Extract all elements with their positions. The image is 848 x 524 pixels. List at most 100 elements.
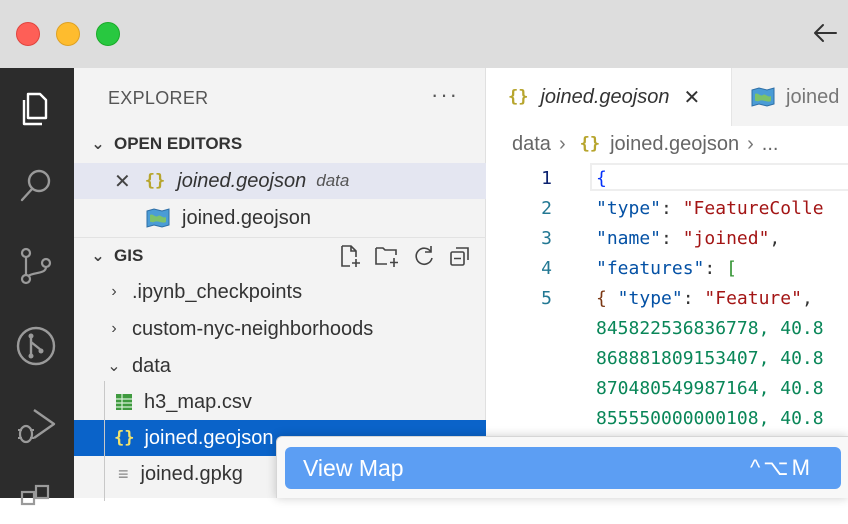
line-number: 3: [541, 227, 552, 249]
git-graph-icon[interactable]: [14, 324, 58, 368]
activity-bar: [0, 68, 74, 506]
view-map-command[interactable]: View Map ^⌥M: [285, 447, 841, 489]
chevron-right-icon: ›: [558, 132, 566, 155]
code-line: 868881809153407, 40.8: [486, 343, 848, 373]
number-token: , 40.8: [758, 347, 824, 369]
chevron-right-icon: ›: [111, 283, 117, 300]
code-line: 855550000000108, 40.8: [486, 403, 848, 433]
code-line: 1 {: [486, 163, 848, 193]
open-editor-item[interactable]: ✕ {} joined.geojson data: [74, 163, 486, 199]
source-control-icon[interactable]: [14, 244, 58, 288]
folder-label: data: [132, 354, 171, 377]
breadcrumb: data › {} joined.geojson › ...: [486, 126, 848, 162]
refresh-icon[interactable]: [412, 244, 436, 268]
tab-label: joined.geojson: [540, 85, 670, 108]
open-editor-filename: joined.geojson: [177, 169, 307, 192]
window-titlebar: [0, 0, 848, 69]
line-number: 4: [541, 257, 552, 279]
json-braces-icon: {}: [579, 134, 601, 154]
search-icon[interactable]: [14, 164, 58, 208]
back-arrow-icon[interactable]: [810, 18, 840, 48]
string-token: "Feature": [704, 287, 802, 309]
open-editor-description: data: [316, 171, 350, 190]
close-tab-icon[interactable]: ✕: [683, 85, 700, 110]
tree-folder[interactable]: ⌄ data: [74, 348, 486, 384]
tab-joined-geojson[interactable]: {} joined.geojson ✕: [486, 68, 732, 126]
colon-token: :: [682, 287, 705, 309]
explorer-files-icon[interactable]: [14, 86, 58, 130]
keyboard-shortcut: ^⌥M: [749, 455, 813, 480]
key-token: "type": [606, 287, 683, 309]
number-token: , 40.8: [758, 407, 824, 429]
folder-label: .ipynb_checkpoints: [132, 280, 303, 303]
colon-token: :: [704, 257, 727, 279]
editor-tabs: {} joined.geojson ✕ joined: [486, 68, 848, 126]
number-token: 845822536836778: [596, 317, 759, 339]
chevron-down-icon: ⌄: [91, 136, 105, 153]
workspace-section[interactable]: ⌄ GIS: [74, 237, 486, 273]
workspace-label: GIS: [114, 245, 144, 265]
number-token: 868881809153407: [596, 347, 759, 369]
colon-token: :: [661, 227, 683, 249]
number-token: 855550000000108: [596, 407, 759, 429]
chevron-right-icon: ›: [111, 320, 117, 337]
text-file-icon: ≡: [118, 463, 129, 484]
file-label: h3_map.csv: [144, 390, 252, 413]
line-number: 2: [541, 197, 552, 219]
open-editors-section[interactable]: ⌄ OPEN EDITORS: [74, 126, 486, 162]
breadcrumb-folder[interactable]: data: [512, 133, 551, 156]
run-debug-icon[interactable]: [14, 404, 58, 448]
brace-token: {: [596, 287, 607, 309]
sidebar-title: EXPLORER: [108, 88, 209, 108]
more-actions-button[interactable]: ···: [431, 82, 459, 108]
tree-folder[interactable]: › custom-nyc-neighborhoods: [74, 311, 486, 347]
code-line: 3 "name": "joined",: [486, 223, 848, 253]
key-token: "features": [596, 257, 705, 279]
tree-folder[interactable]: › .ipynb_checkpoints: [74, 274, 486, 310]
chevron-down-icon: ⌄: [91, 247, 105, 265]
breadcrumb-file[interactable]: joined.geojson: [610, 133, 739, 156]
open-editors-label: OPEN EDITORS: [114, 134, 243, 153]
new-file-icon[interactable]: [338, 244, 362, 268]
open-editor-item[interactable]: joined.geojson: [74, 200, 486, 236]
new-folder-icon[interactable]: [374, 244, 400, 268]
open-editor-filename: joined.geojson: [182, 206, 311, 229]
json-braces-icon: {}: [144, 171, 166, 191]
colon-token: :: [661, 197, 683, 219]
key-token: "type": [596, 197, 662, 219]
bracket-token: [: [726, 257, 737, 279]
folder-label: custom-nyc-neighborhoods: [132, 317, 374, 340]
json-braces-icon: {}: [508, 87, 529, 107]
code-line: 5 { "type": "Feature",: [486, 283, 848, 313]
brace-token: {: [596, 167, 607, 189]
file-label: joined.geojson: [144, 426, 274, 449]
json-braces-icon: {}: [114, 428, 135, 448]
zoom-window-button[interactable]: [96, 22, 120, 46]
key-token: "name": [596, 227, 662, 249]
code-line: 845822536836778, 40.8: [486, 313, 848, 343]
chevron-down-icon: ⌄: [107, 358, 121, 375]
collapse-all-icon[interactable]: [448, 244, 472, 268]
tree-indent-guide: [104, 381, 105, 501]
command-popup: View Map ^⌥M: [276, 436, 848, 498]
map-icon: [146, 208, 170, 228]
close-window-button[interactable]: [16, 22, 40, 46]
map-icon: [751, 87, 775, 107]
section-toolbar: [338, 238, 472, 274]
string-token: "FeatureColle: [682, 197, 824, 219]
minimize-window-button[interactable]: [56, 22, 80, 46]
tree-file[interactable]: h3_map.csv: [74, 384, 486, 420]
command-label: View Map: [303, 454, 404, 481]
punct-token: ,: [801, 287, 813, 309]
breadcrumb-more[interactable]: ...: [762, 133, 779, 156]
code-line: 4 "features": [: [486, 253, 848, 283]
tab-joined-map[interactable]: joined: [732, 68, 848, 126]
close-icon[interactable]: ✕: [114, 169, 131, 194]
code-line: 870480549987164, 40.8: [486, 373, 848, 403]
extensions-icon[interactable]: [14, 480, 58, 524]
string-token: "joined": [682, 227, 770, 249]
number-token: , 40.8: [758, 317, 824, 339]
csv-table-icon: [116, 394, 132, 410]
code-line: 2 "type": "FeatureColle: [486, 193, 848, 223]
number-token: 870480549987164: [596, 377, 759, 399]
